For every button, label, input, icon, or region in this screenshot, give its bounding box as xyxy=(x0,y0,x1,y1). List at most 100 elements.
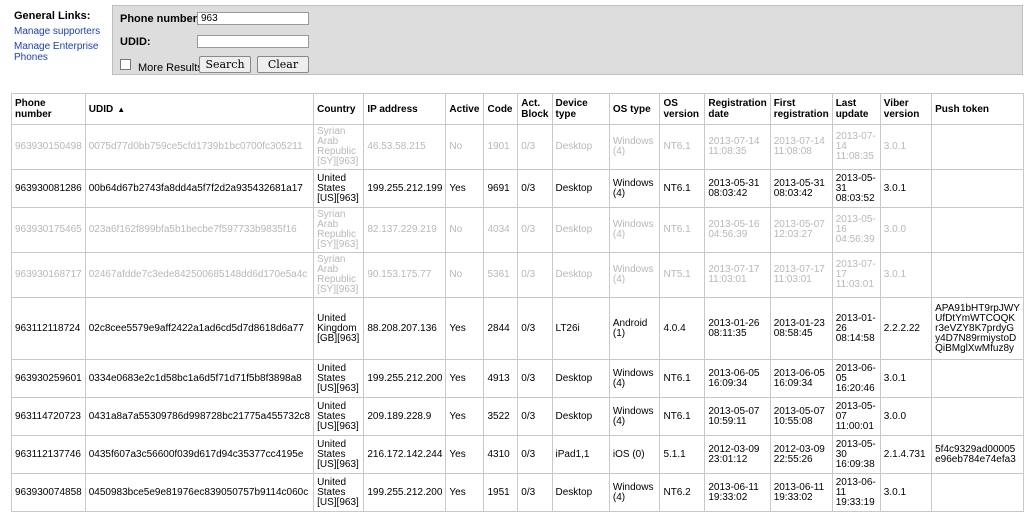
cell-act-block: 0/3 xyxy=(517,252,553,298)
cell-os-type: iOS (0) xyxy=(608,435,661,474)
col-device-type[interactable]: Device type xyxy=(551,93,610,125)
cell-ip-address: 199.255.212.200 xyxy=(363,359,447,398)
table-row[interactable]: 963114720723 0431a8a7a55309786d998728bc21… xyxy=(11,397,1024,436)
more-results-checkbox[interactable] xyxy=(120,59,131,70)
col-push-token[interactable]: Push token xyxy=(931,93,1024,125)
col-active[interactable]: Active xyxy=(445,93,485,125)
cell-first-registration: 2013-07-17 11:03:01 xyxy=(769,252,833,298)
cell-phone-number: 963930175465 xyxy=(11,207,86,253)
table-row[interactable]: 963930259601 0334e0683e2c1d58bc1a6d5f71d7… xyxy=(11,359,1024,398)
cell-udid: 023a6f162f899bfa5b1becbe7f597733b9835f16 xyxy=(84,207,315,253)
col-phone-number[interactable]: Phone number xyxy=(11,93,86,125)
col-os-version[interactable]: OS version xyxy=(659,93,706,125)
cell-country: Syrian Arab Republic [SY][963] xyxy=(313,252,365,298)
cell-act-block: 0/3 xyxy=(517,124,553,170)
cell-phone-number: 963930259601 xyxy=(11,359,86,398)
cell-act-block: 0/3 xyxy=(517,473,553,512)
cell-viber-version: 2.2.2.22 xyxy=(879,297,933,360)
cell-code: 4913 xyxy=(483,359,519,398)
col-os-type[interactable]: OS type xyxy=(608,93,661,125)
cell-push-token xyxy=(931,397,1024,436)
cell-active: No xyxy=(445,207,485,253)
cell-act-block: 0/3 xyxy=(517,169,553,208)
table-row[interactable]: 963930074858 0450983bce5e9e81976ec8390507… xyxy=(11,473,1024,512)
general-links-nav: General Links: Manage supporters Manage … xyxy=(14,10,106,67)
cell-os-type: Windows (4) xyxy=(608,124,661,170)
table-header-row: Phone number UDID ▲ Country IP address Ac… xyxy=(11,93,1024,125)
manage-enterprise-phones-link[interactable]: Manage Enterprise Phones xyxy=(14,41,106,63)
cell-ip-address: 199.255.212.200 xyxy=(363,473,447,512)
cell-ip-address: 216.172.142.244 xyxy=(363,435,447,474)
cell-active: Yes xyxy=(445,169,485,208)
cell-active: Yes xyxy=(445,435,485,474)
search-button[interactable]: Search xyxy=(199,56,251,73)
cell-first-registration: 2013-06-11 19:33:02 xyxy=(769,473,833,512)
table-row[interactable]: 963930168717 02467afdde7c3ede842500685148… xyxy=(11,252,1024,298)
col-act-block[interactable]: Act. Block xyxy=(517,93,553,125)
cell-device-type: Desktop xyxy=(551,169,610,208)
col-last-update[interactable]: Last update xyxy=(831,93,881,125)
cell-code: 5361 xyxy=(483,252,519,298)
cell-udid: 0334e0683e2c1d58bc1a6d5f71d71f5b8f3898a8 xyxy=(84,359,315,398)
table-row[interactable]: 963930175465 023a6f162f899bfa5b1becbe7f59… xyxy=(11,207,1024,253)
results-table-body: 963930150498 0075d77d0bb759ce5cfd1739b1bc… xyxy=(11,124,1024,512)
cell-active: Yes xyxy=(445,473,485,512)
col-udid[interactable]: UDID ▲ xyxy=(84,93,315,125)
cell-last-update: 2013-07-17 11:03:01 xyxy=(831,252,881,298)
table-row[interactable]: 963112118724 02c8cee5579e9aff2422a1ad6cd5… xyxy=(11,297,1024,360)
cell-os-type: Windows (4) xyxy=(608,169,661,208)
cell-first-registration: 2013-06-05 16:09:34 xyxy=(769,359,833,398)
search-form: Phone number: UDID: More Results Search … xyxy=(112,5,1023,75)
cell-phone-number: 963930081286 xyxy=(11,169,86,208)
cell-country: United States [US][963] xyxy=(313,397,365,436)
cell-phone-number: 963112137746 xyxy=(11,435,86,474)
cell-last-update: 2013-05-31 08:03:52 xyxy=(831,169,881,208)
results-table: Phone number UDID ▲ Country IP address Ac… xyxy=(11,93,1024,512)
cell-code: 3522 xyxy=(483,397,519,436)
clear-button[interactable]: Clear xyxy=(257,56,309,73)
cell-device-type: LT26i xyxy=(551,297,610,360)
cell-os-type: Windows (4) xyxy=(608,359,661,398)
cell-push-token xyxy=(931,124,1024,170)
col-ip-address[interactable]: IP address xyxy=(363,93,447,125)
cell-os-type: Windows (4) xyxy=(608,252,661,298)
cell-os-version: NT6.1 xyxy=(659,207,706,253)
cell-act-block: 0/3 xyxy=(517,207,553,253)
phone-number-label: Phone number: xyxy=(120,13,201,25)
cell-act-block: 0/3 xyxy=(517,359,553,398)
cell-last-update: 2013-05-16 04:56:39 xyxy=(831,207,881,253)
cell-udid: 00b64d67b2743fa8dd4a5f7f2d2a935432681a17 xyxy=(84,169,315,208)
cell-os-version: 4.0.4 xyxy=(659,297,706,360)
col-first-registration[interactable]: First registration xyxy=(769,93,833,125)
cell-country: United States [US][963] xyxy=(313,169,365,208)
cell-active: No xyxy=(445,252,485,298)
cell-udid: 0450983bce5e9e81976ec839050757b9114c060c xyxy=(84,473,315,512)
cell-country: United States [US][963] xyxy=(313,473,365,512)
cell-phone-number: 963930150498 xyxy=(11,124,86,170)
cell-device-type: Desktop xyxy=(551,252,610,298)
udid-label: UDID: xyxy=(120,36,151,48)
cell-active: No xyxy=(445,124,485,170)
table-row[interactable]: 963112137746 0435f607a3c56600f039d617d94c… xyxy=(11,435,1024,474)
cell-registration-date: 2013-05-16 04:56:39 xyxy=(704,207,771,253)
col-registration-date[interactable]: Registration date xyxy=(704,93,771,125)
cell-registration-date: 2013-05-31 08:03:42 xyxy=(704,169,771,208)
udid-input[interactable] xyxy=(197,35,309,48)
cell-ip-address: 82.137.229.219 xyxy=(363,207,447,253)
col-code[interactable]: Code xyxy=(483,93,519,125)
table-row[interactable]: 963930081286 00b64d67b2743fa8dd4a5f7f2d2a… xyxy=(11,169,1024,208)
more-results-label: More Results xyxy=(138,62,203,74)
sort-ascending-icon: ▲ xyxy=(117,104,126,114)
cell-country: United States [US][963] xyxy=(313,435,365,474)
cell-push-token: APA91bHT9rpJWY UfDtYmWTCOQK r3eVZY8K7prd… xyxy=(931,297,1024,360)
cell-country: Syrian Arab Republic [SY][963] xyxy=(313,124,365,170)
phone-number-input[interactable] xyxy=(197,12,309,25)
manage-supporters-link[interactable]: Manage supporters xyxy=(14,26,106,37)
cell-code: 4034 xyxy=(483,207,519,253)
cell-act-block: 0/3 xyxy=(517,297,553,360)
cell-device-type: iPad1,1 xyxy=(551,435,610,474)
col-country[interactable]: Country xyxy=(313,93,365,125)
col-viber-version[interactable]: Viber version xyxy=(879,93,933,125)
table-row[interactable]: 963930150498 0075d77d0bb759ce5cfd1739b1bc… xyxy=(11,124,1024,170)
cell-code: 9691 xyxy=(483,169,519,208)
